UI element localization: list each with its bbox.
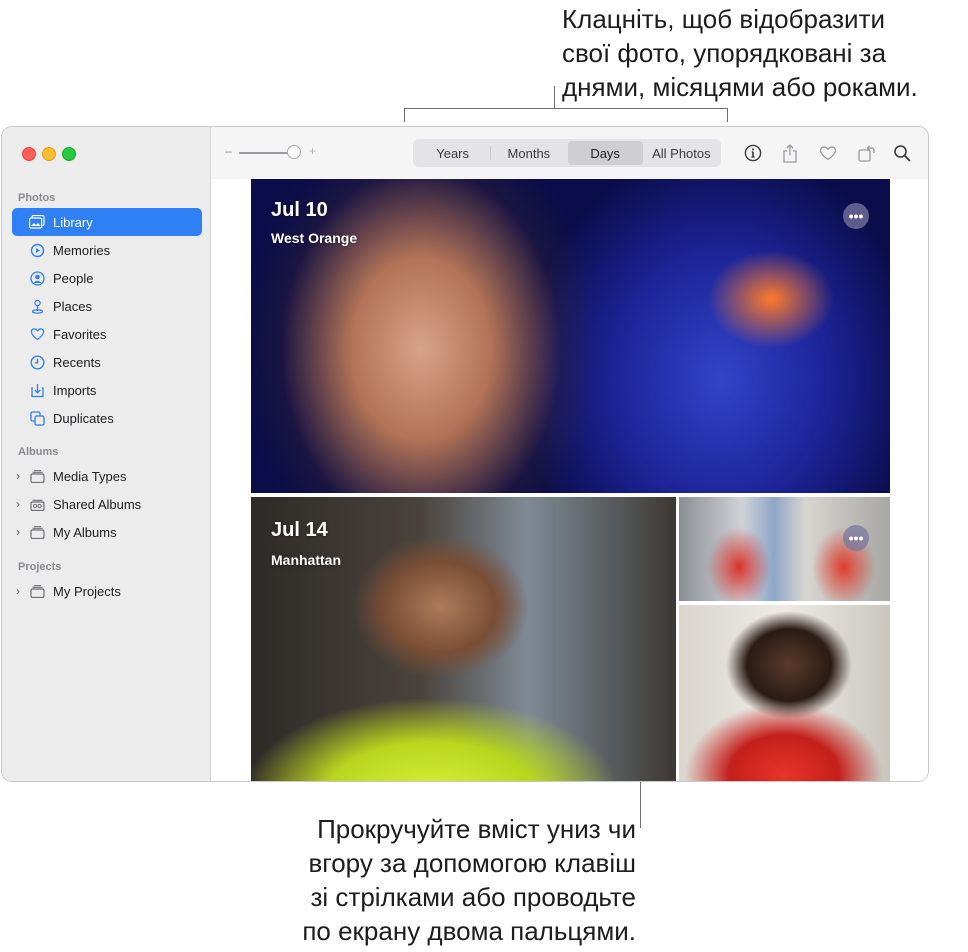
- day-location: West Orange: [271, 230, 358, 246]
- section-title-projects: Projects: [18, 561, 62, 573]
- sidebar-item-shared-albums[interactable]: › Shared Albums: [12, 490, 202, 518]
- callout-top-bracket: [404, 108, 728, 109]
- sidebar-item-label: People: [53, 270, 94, 286]
- sidebar-item-label: My Albums: [53, 524, 117, 540]
- sidebar-item-favorites[interactable]: Favorites: [12, 320, 202, 348]
- photo-jul-14-thumb-2[interactable]: [679, 605, 890, 781]
- photos-window: Photos Library Memories People Places Fa…: [1, 126, 929, 782]
- sidebar-item-label: Library: [53, 214, 93, 230]
- photo-jul-14-main[interactable]: Jul 14 Manhattan: [251, 497, 676, 781]
- sidebar-item-places[interactable]: Places: [12, 292, 202, 320]
- segment-all-photos[interactable]: All Photos: [644, 141, 719, 165]
- zoom-in-label: +: [309, 144, 317, 158]
- callout-top: Клацніть, щоб відобразити свої фото, упо…: [562, 2, 962, 104]
- callout-top-line-3: днями, місяцями або роками.: [562, 72, 918, 102]
- sidebar-item-duplicates[interactable]: Duplicates: [12, 404, 202, 432]
- sidebar-item-label: Places: [53, 298, 93, 314]
- segment-days[interactable]: Days: [567, 141, 643, 165]
- callout-top-bracket-left: [404, 108, 405, 122]
- sidebar-item-people[interactable]: People: [12, 264, 202, 292]
- sidebar-item-label: My Projects: [53, 583, 121, 599]
- photo-grid[interactable]: Jul 10 West Orange ••• Jul 14 Manhattan …: [211, 179, 928, 781]
- info-icon[interactable]: [742, 142, 764, 164]
- sidebar-item-label: Imports: [53, 382, 97, 398]
- close-window-button[interactable]: [22, 147, 36, 161]
- segment-years[interactable]: Years: [415, 141, 490, 165]
- chevron-right-icon[interactable]: ›: [16, 584, 26, 598]
- folder-stack-icon: [29, 468, 45, 484]
- callout-top-line-2: свої фото, упорядковані за: [562, 38, 887, 68]
- sidebar-item-label: Memories: [53, 242, 111, 258]
- callout-bottom: Прокручуйте вміст униз чи вгору за допом…: [250, 812, 636, 948]
- heart-icon[interactable]: [817, 142, 839, 164]
- clock-icon: [29, 354, 45, 370]
- section-title-photos: Photos: [18, 192, 56, 204]
- memories-icon: [29, 242, 45, 258]
- callout-bottom-line-4: по екрану двома пальцями.: [302, 916, 636, 946]
- sidebar-item-label: Duplicates: [53, 410, 114, 426]
- sidebar-item-label: Favorites: [53, 326, 107, 342]
- heart-icon: [29, 326, 45, 342]
- chevron-right-icon[interactable]: ›: [16, 469, 26, 483]
- callout-top-leader: [554, 86, 555, 108]
- photo-jul-10[interactable]: Jul 10 West Orange •••: [251, 179, 890, 493]
- callout-top-line-1: Клацніть, щоб відобразити: [562, 4, 885, 34]
- sidebar-item-imports[interactable]: Imports: [12, 376, 202, 404]
- minimize-window-button[interactable]: [42, 147, 56, 161]
- sidebar-item-my-albums[interactable]: › My Albums: [12, 518, 202, 546]
- chevron-right-icon[interactable]: ›: [16, 525, 26, 539]
- folder-stack-icon: [29, 583, 45, 599]
- callout-bottom-line-3: зі стрілками або проводьте: [310, 882, 636, 912]
- folder-stack-icon: [29, 524, 45, 540]
- duplicates-icon: [29, 410, 45, 426]
- day-title: Jul 14: [271, 519, 328, 541]
- day-location: Manhattan: [271, 552, 341, 568]
- more-options-button[interactable]: •••: [843, 525, 869, 551]
- search-icon[interactable]: [891, 142, 913, 164]
- shared-album-icon: [29, 496, 45, 512]
- people-icon: [29, 270, 45, 286]
- chevron-right-icon[interactable]: ›: [16, 497, 26, 511]
- share-icon[interactable]: [779, 142, 801, 164]
- more-options-button[interactable]: •••: [843, 203, 869, 229]
- import-icon: [29, 382, 45, 398]
- rotate-icon[interactable]: [856, 142, 878, 164]
- callout-top-bracket-right: [727, 108, 728, 122]
- callout-bottom-line-2: вгору за допомогою клавіш: [308, 848, 636, 878]
- sidebar-item-media-types[interactable]: › Media Types: [12, 462, 202, 490]
- sidebar-item-label: Recents: [53, 354, 101, 370]
- sidebar: Photos Library Memories People Places Fa…: [2, 127, 211, 781]
- view-segmented-control: Years Months Days All Photos: [413, 139, 721, 167]
- sidebar-item-recents[interactable]: Recents: [12, 348, 202, 376]
- toolbar: – + Years Months Days All Photos: [211, 127, 928, 180]
- zoom-out-label: –: [225, 144, 232, 158]
- sidebar-item-my-projects[interactable]: › My Projects: [12, 577, 202, 605]
- sidebar-item-library[interactable]: Library: [12, 208, 202, 236]
- sidebar-item-memories[interactable]: Memories: [12, 236, 202, 264]
- sidebar-item-label: Shared Albums: [53, 496, 142, 512]
- callout-bottom-line-1: Прокручуйте вміст униз чи: [317, 814, 636, 844]
- zoom-window-button[interactable]: [62, 147, 76, 161]
- segment-months[interactable]: Months: [491, 141, 566, 165]
- library-icon: [29, 214, 45, 230]
- sidebar-item-label: Media Types: [53, 468, 127, 484]
- zoom-slider-knob[interactable]: [287, 145, 301, 159]
- day-title: Jul 10: [271, 199, 328, 221]
- section-title-albums: Albums: [18, 446, 59, 458]
- photo-jul-14-thumb-1[interactable]: •••: [679, 497, 890, 601]
- places-icon: [29, 298, 45, 314]
